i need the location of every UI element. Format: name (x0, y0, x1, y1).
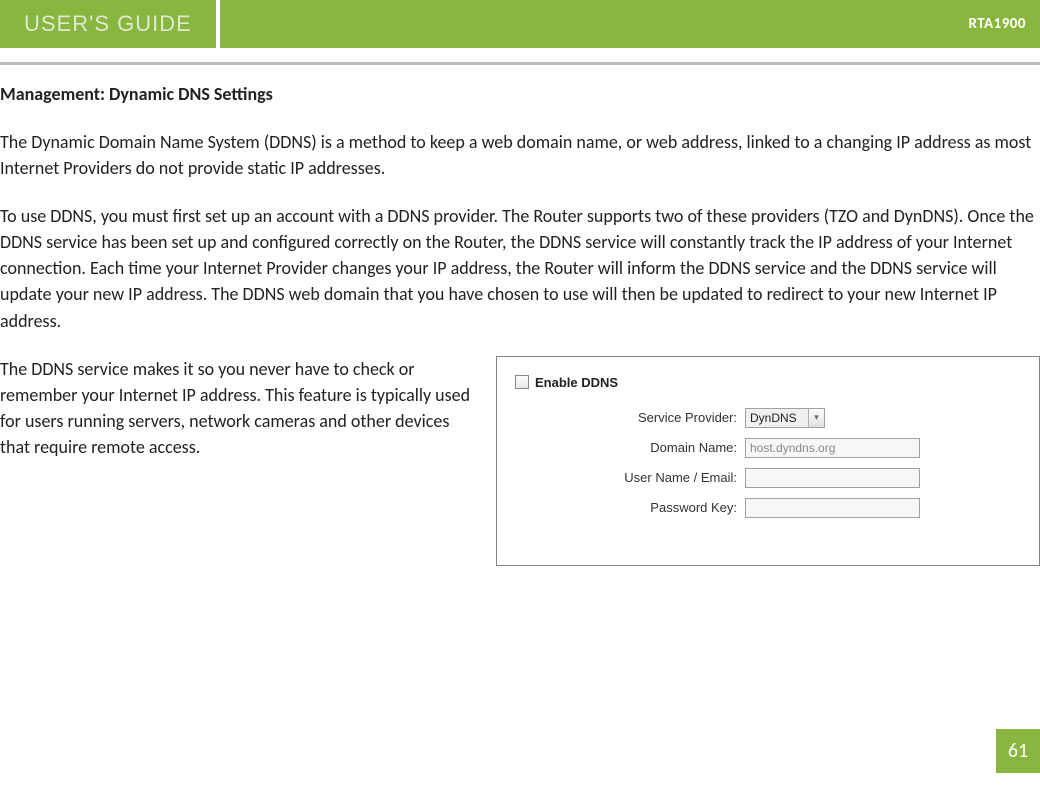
section-title: Management: Dynamic DNS Settings (0, 83, 1040, 105)
service-provider-select[interactable]: DynDNS ▾ (745, 408, 825, 428)
user-name-row: User Name / Email: (515, 468, 1021, 488)
enable-ddns-checkbox[interactable] (515, 375, 529, 389)
password-input[interactable] (745, 498, 920, 518)
domain-name-label: Domain Name: (515, 440, 745, 455)
header-bar: USER'S GUIDE RTA1900 (0, 0, 1040, 48)
enable-ddns-label: Enable DDNS (535, 375, 618, 390)
password-row: Password Key: (515, 498, 1021, 518)
domain-name-input[interactable] (745, 438, 920, 458)
enable-ddns-row: Enable DDNS (515, 375, 1021, 390)
service-provider-value: DynDNS (750, 411, 797, 425)
domain-name-row: Domain Name: (515, 438, 1021, 458)
user-name-label: User Name / Email: (515, 470, 745, 485)
paragraph-usage: The DDNS service makes it so you never h… (0, 356, 472, 460)
service-provider-label: Service Provider: (515, 410, 745, 425)
paragraph-setup: To use DDNS, you must first set up an ac… (0, 203, 1040, 333)
page-number: 61 (996, 729, 1040, 773)
ddns-settings-panel: Enable DDNS Service Provider: DynDNS ▾ D… (496, 356, 1040, 566)
chevron-down-icon: ▾ (808, 409, 824, 427)
service-provider-row: Service Provider: DynDNS ▾ (515, 408, 1021, 428)
paragraph-intro: The Dynamic Domain Name System (DDNS) is… (0, 129, 1040, 181)
header-title: USER'S GUIDE (24, 11, 192, 37)
header-model: RTA1900 (968, 15, 1026, 33)
content-area: Management: Dynamic DNS Settings The Dyn… (0, 65, 1040, 566)
user-name-input[interactable] (745, 468, 920, 488)
password-label: Password Key: (515, 500, 745, 515)
